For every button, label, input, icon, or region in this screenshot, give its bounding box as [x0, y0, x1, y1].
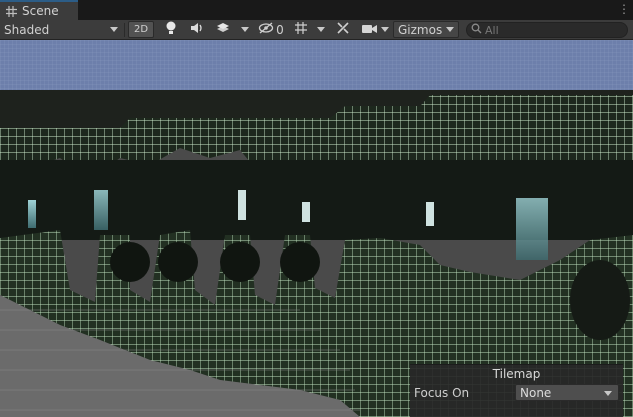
hidden-objects-toggle[interactable]: 0 — [256, 21, 286, 38]
scene-toolbar: Shaded 2D 0 Gizmos All — [0, 20, 633, 40]
camera-icon — [361, 23, 377, 37]
focus-on-dropdown[interactable]: None — [515, 384, 619, 401]
cave-arch — [570, 260, 630, 340]
audio-toggle[interactable] — [186, 21, 208, 38]
camera-dropdown[interactable] — [378, 21, 392, 38]
grid-snap-toggle[interactable] — [290, 21, 312, 38]
scene-canvas — [0, 40, 633, 417]
gizmos-label: Gizmos — [398, 22, 443, 37]
light-shaft — [94, 190, 108, 230]
shading-mode-dropdown[interactable]: Shaded — [4, 21, 122, 38]
effects-icon — [216, 22, 230, 37]
grid-snap-dropdown[interactable] — [314, 21, 328, 38]
focus-on-value: None — [520, 385, 552, 400]
lightbulb-icon — [165, 21, 177, 38]
sky-region — [0, 40, 633, 90]
chevron-down-icon — [110, 27, 118, 32]
light-shaft — [28, 200, 36, 228]
search-placeholder: All — [485, 23, 499, 37]
lighting-toggle[interactable] — [160, 21, 182, 38]
hidden-count: 0 — [276, 22, 284, 37]
scene-viewport[interactable]: Tilemap Focus On None — [0, 40, 633, 417]
cave-arch — [280, 242, 320, 282]
tools-icon — [336, 21, 350, 38]
2d-mode-button[interactable]: 2D — [128, 21, 154, 38]
search-icon — [471, 23, 482, 37]
light-shaft — [238, 190, 246, 220]
tab-scene[interactable]: Scene — [0, 0, 78, 20]
chevron-down-icon — [241, 27, 249, 32]
effects-toggle[interactable] — [212, 21, 234, 38]
search-input[interactable]: All — [466, 22, 628, 38]
hidden-objects-icon — [258, 22, 274, 37]
chevron-down-icon — [446, 27, 454, 32]
divider — [124, 23, 125, 37]
hash-icon — [6, 5, 17, 17]
window-tabbar: Scene ⋮ — [0, 0, 633, 20]
2d-mode-label: 2D — [133, 24, 149, 35]
window-menu-icon[interactable]: ⋮ — [618, 2, 630, 16]
gizmos-dropdown[interactable]: Gizmos — [393, 21, 459, 38]
camera-button[interactable] — [358, 21, 380, 38]
chevron-down-icon — [604, 391, 612, 396]
cave-arch — [110, 242, 150, 282]
light-shaft — [516, 198, 548, 260]
focus-on-label: Focus On — [414, 386, 470, 400]
light-shaft — [302, 202, 310, 222]
tab-label: Scene — [22, 4, 59, 18]
cave-arch — [158, 242, 198, 282]
speaker-icon — [190, 22, 204, 37]
effects-dropdown[interactable] — [236, 21, 254, 38]
chevron-down-icon — [381, 27, 389, 32]
tilemap-title: Tilemap — [492, 367, 541, 381]
chevron-down-icon — [317, 27, 325, 32]
tilemap-overlay: Tilemap Focus On None — [410, 364, 623, 417]
light-shaft — [426, 202, 434, 226]
grid-snap-icon — [294, 21, 308, 38]
cave-arch — [220, 242, 260, 282]
tools-button[interactable] — [332, 21, 354, 38]
shading-mode-label: Shaded — [4, 22, 50, 37]
